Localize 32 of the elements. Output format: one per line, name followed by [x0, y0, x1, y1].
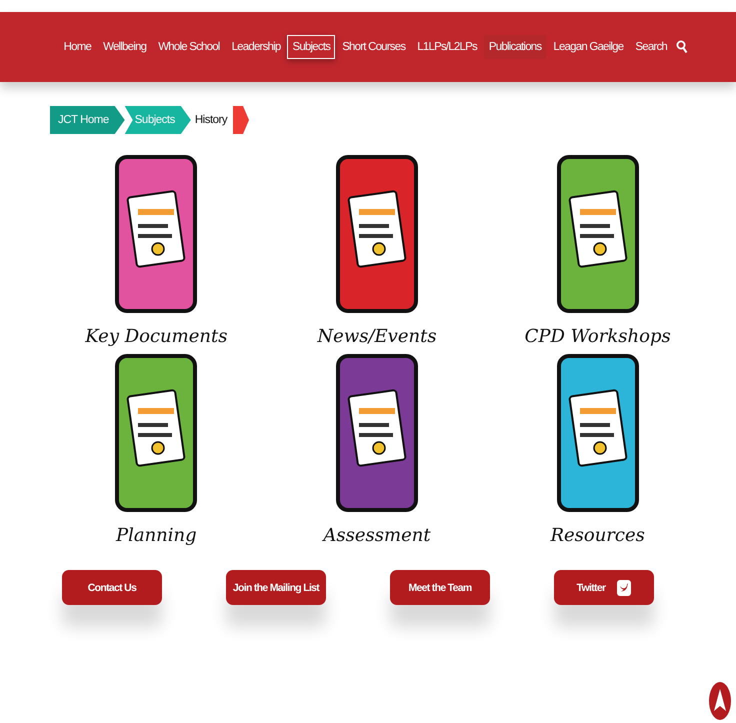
footer-button[interactable]: Join the Mailing List [226, 570, 326, 605]
search-icon[interactable] [676, 40, 688, 54]
nav-link[interactable]: Publications [484, 35, 546, 59]
nav-link[interactable]: L1LPs/L2LPs [412, 35, 482, 59]
nav-link[interactable]: Whole School [153, 35, 225, 59]
breadcrumb-current: History [194, 114, 228, 126]
tile-label: CPD Workshops [524, 326, 671, 347]
nav-link[interactable]: Short Courses [337, 35, 410, 59]
tile-label: Resources [550, 525, 645, 546]
bird-icon [617, 580, 632, 596]
nav-link[interactable]: Leagan Gaeilge [548, 35, 628, 59]
tile-label: News/Events [317, 326, 437, 347]
nav-link[interactable]: Wellbeing [98, 35, 152, 59]
tile-label: Key Documents [85, 326, 228, 347]
breadcrumb-end-marker [233, 106, 250, 134]
tile-link[interactable]: Resources [487, 353, 708, 546]
footer-button[interactable]: Meet the Team [390, 570, 490, 605]
footer-button[interactable]: Twitter [554, 570, 654, 605]
tile-link[interactable]: News/Events [266, 154, 488, 347]
scroll-to-top-button[interactable] [708, 681, 732, 721]
breadcrumb-link[interactable]: JCT Home [50, 106, 125, 134]
tile-link[interactable]: Key Documents [46, 154, 267, 347]
nav-link[interactable]: Subjects [287, 35, 336, 59]
tile-link[interactable]: Planning [46, 353, 267, 546]
tile-label: Planning [116, 525, 197, 546]
tile-link[interactable]: CPD Workshops [487, 154, 708, 347]
footer-button[interactable]: Contact Us [62, 570, 162, 605]
nav-link[interactable]: Home [58, 35, 96, 59]
nav-link[interactable]: Leadership [226, 35, 286, 59]
search-link[interactable]: Search [630, 35, 672, 59]
tile-label: Assessment [323, 525, 431, 546]
tile-link[interactable]: Assessment [266, 353, 488, 546]
